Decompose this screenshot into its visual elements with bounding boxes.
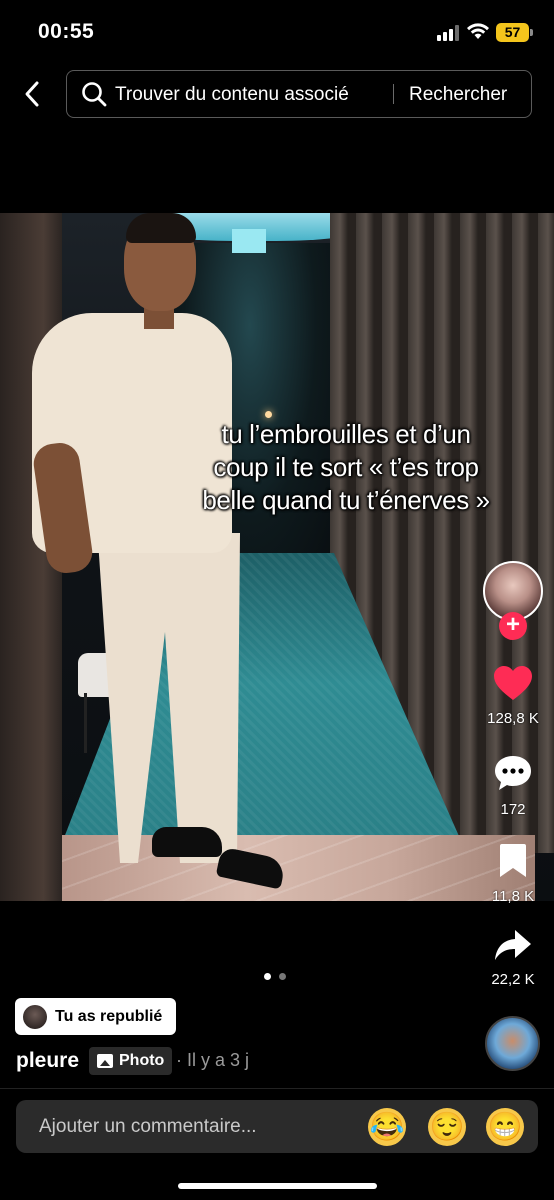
- republish-avatar: [23, 1004, 47, 1029]
- bookmark-icon: [500, 844, 526, 877]
- image-icon: [97, 1054, 113, 1068]
- photo-caption: tu l’embrouilles et d’un coup il te sort…: [168, 418, 524, 517]
- photo-person: [30, 213, 290, 901]
- comment-input[interactable]: Ajouter un commentaire...: [39, 1116, 257, 1138]
- photo-type-label: Photo: [119, 1052, 165, 1069]
- like-button[interactable]: 128,8 K: [473, 665, 553, 727]
- search-divider: [393, 84, 394, 104]
- share-arrow-icon: [495, 930, 531, 960]
- comment-button[interactable]: 172: [473, 754, 553, 818]
- back-button[interactable]: [14, 74, 50, 114]
- search-icon: [82, 82, 107, 107]
- post-time-ago: · Il y a 3 j: [176, 1050, 250, 1070]
- emoji-relieved-button[interactable]: 😌: [428, 1108, 466, 1146]
- status-bar: 00:55 57: [0, 0, 554, 62]
- photo-type-badge: Photo: [89, 1047, 173, 1075]
- caption-line: coup il te sort « t’es trop: [213, 452, 479, 482]
- divider: [0, 1088, 554, 1089]
- status-time: 00:55: [38, 20, 95, 43]
- share-button[interactable]: 22,2 K: [473, 928, 553, 988]
- follow-button[interactable]: +: [499, 612, 527, 640]
- sound-disc-avatar[interactable]: [485, 1016, 540, 1071]
- battery-icon: 57: [496, 23, 529, 42]
- share-count: 22,2 K: [491, 971, 535, 988]
- caption-line: tu l’embrouilles et d’un: [221, 419, 471, 449]
- post-username[interactable]: pleure: [16, 1049, 79, 1073]
- emoji-grinning-button[interactable]: 😁: [486, 1108, 524, 1146]
- emoji-laughing-button[interactable]: 😂: [368, 1108, 406, 1146]
- comment-bubble-icon: [495, 756, 531, 790]
- comment-bar[interactable]: Ajouter un commentaire... 😂 😌 😁: [16, 1100, 538, 1153]
- save-button[interactable]: 11,8 K: [473, 843, 553, 905]
- battery-tip: [530, 29, 533, 36]
- carousel-dot: [279, 973, 286, 980]
- cellular-signal-icon: [437, 25, 459, 41]
- search-bar[interactable]: Trouver du contenu associé Rechercher: [66, 70, 532, 118]
- carousel-dot-active: [264, 973, 271, 980]
- search-button[interactable]: Rechercher: [409, 84, 507, 106]
- heart-icon: [494, 666, 532, 700]
- caption-line: belle quand tu t’énerves »: [202, 485, 490, 515]
- comment-count: 172: [500, 801, 526, 818]
- home-indicator[interactable]: [178, 1183, 377, 1189]
- chevron-left-icon: [25, 81, 39, 107]
- save-count: 11,8 K: [491, 888, 535, 905]
- carousel-dots: [264, 973, 286, 981]
- republished-label: Tu as republié: [55, 1007, 163, 1025]
- wifi-icon: [467, 23, 489, 39]
- like-count: 128,8 K: [487, 710, 539, 727]
- search-input[interactable]: Trouver du contenu associé: [115, 84, 349, 106]
- post-photo[interactable]: [0, 213, 554, 901]
- republished-badge[interactable]: Tu as republié: [15, 998, 177, 1035]
